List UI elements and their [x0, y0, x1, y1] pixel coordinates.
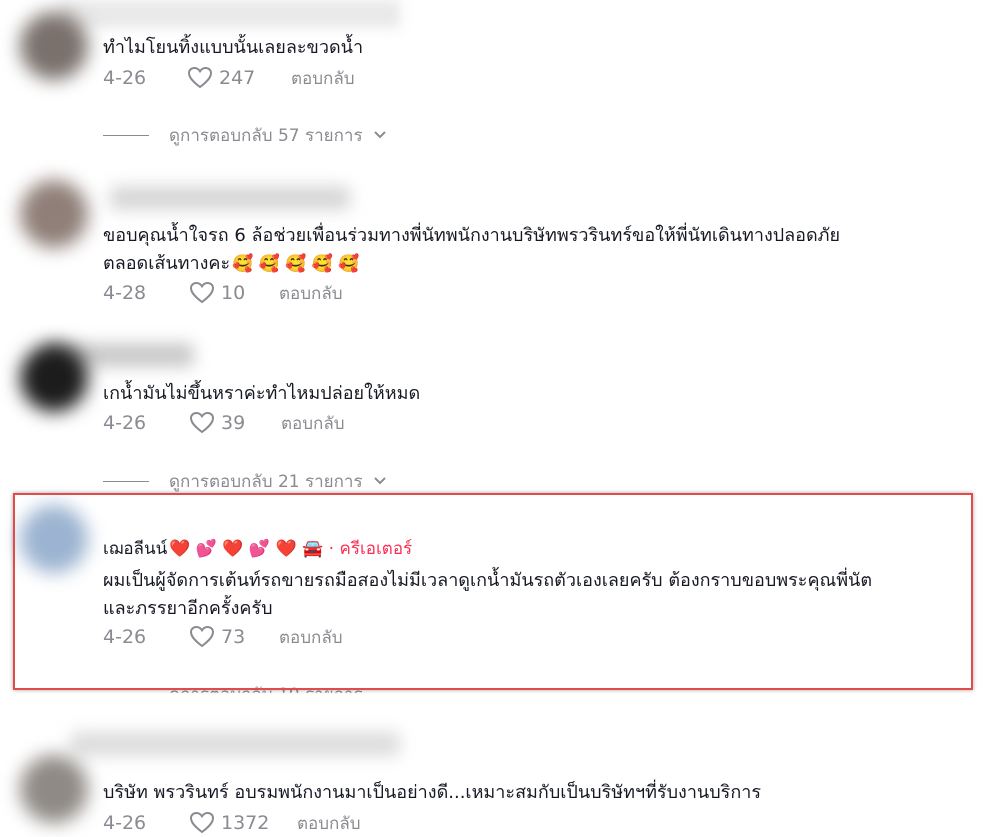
heart-icon [187, 66, 213, 89]
reply-button[interactable]: ตอบกลับ [291, 65, 355, 92]
comment-date: 4-28 [103, 282, 147, 304]
comment-meta: 4-26 39 ตอบกลับ [103, 410, 345, 436]
blurred-username [60, 0, 400, 28]
comment-meta: 4-28 10 ตอบกลับ [103, 280, 343, 306]
comment-text: ขอบคุณน้ำใจรถ 6 ล้อช่วยเพื่อนร่วมทางพี่น… [103, 225, 841, 246]
blurred-username [70, 732, 400, 756]
like-count: 1372 [221, 812, 270, 834]
heart-icon [189, 281, 215, 304]
reply-button[interactable]: ตอบกลับ [279, 280, 343, 307]
view-replies-label: ดูการตอบกลับ 21 รายการ [169, 471, 363, 492]
avatar[interactable] [20, 344, 88, 412]
like-button[interactable]: 247 [187, 66, 291, 90]
comment-text: เกน้ำมันไม่ขึ้นหราค่ะทำไหมปล่อยให้หมด [103, 383, 421, 404]
chevron-down-icon [373, 131, 386, 139]
like-button[interactable]: 1372 [189, 811, 297, 835]
like-count: 39 [221, 412, 246, 434]
divider [103, 134, 149, 136]
highlight-box [13, 493, 973, 690]
comment-meta: 4-26 1372 ตอบกลับ [103, 810, 361, 836]
comment-date: 4-26 [103, 412, 147, 434]
blurred-username [110, 186, 350, 210]
like-button[interactable]: 10 [189, 281, 279, 305]
comment-text: บริษัท พรวรินทร์ อบรมพนักงานมาเป็นอย่างด… [103, 782, 761, 803]
divider [103, 480, 149, 482]
view-replies-button[interactable]: ดูการตอบกลับ 21 รายการ [103, 469, 387, 493]
comment-text-line: ตลอดเส้นทางคะ [103, 253, 231, 274]
comment-date: 4-26 [103, 812, 147, 834]
comment-date: 4-26 [103, 67, 147, 89]
comment-text: ตลอดเส้นทางคะ 🥰 🥰 🥰 🥰 🥰 [103, 249, 360, 279]
like-count: 10 [221, 282, 246, 304]
chevron-down-icon [373, 477, 386, 485]
emoji-group: 🥰 🥰 🥰 🥰 🥰 [232, 254, 360, 274]
reply-button[interactable]: ตอบกลับ [297, 810, 361, 837]
reply-button[interactable]: ตอบกลับ [281, 410, 345, 437]
comment-meta: 4-26 247 ตอบกลับ [103, 65, 355, 91]
heart-icon [189, 411, 215, 434]
divider [103, 694, 149, 695]
avatar[interactable] [20, 180, 88, 248]
heart-icon [189, 811, 215, 834]
like-count: 247 [219, 67, 256, 89]
view-replies-label: ดูการตอบกลับ 57 รายการ [169, 125, 363, 146]
avatar[interactable] [20, 755, 88, 823]
comment-text: ทำไมโยนทิ้งแบบนั้นเลยละขวดน้ำ [103, 37, 364, 58]
view-replies-button[interactable]: ดูการตอบกลับ 57 รายการ [103, 123, 387, 147]
avatar[interactable] [20, 12, 88, 80]
like-button[interactable]: 39 [189, 411, 281, 435]
